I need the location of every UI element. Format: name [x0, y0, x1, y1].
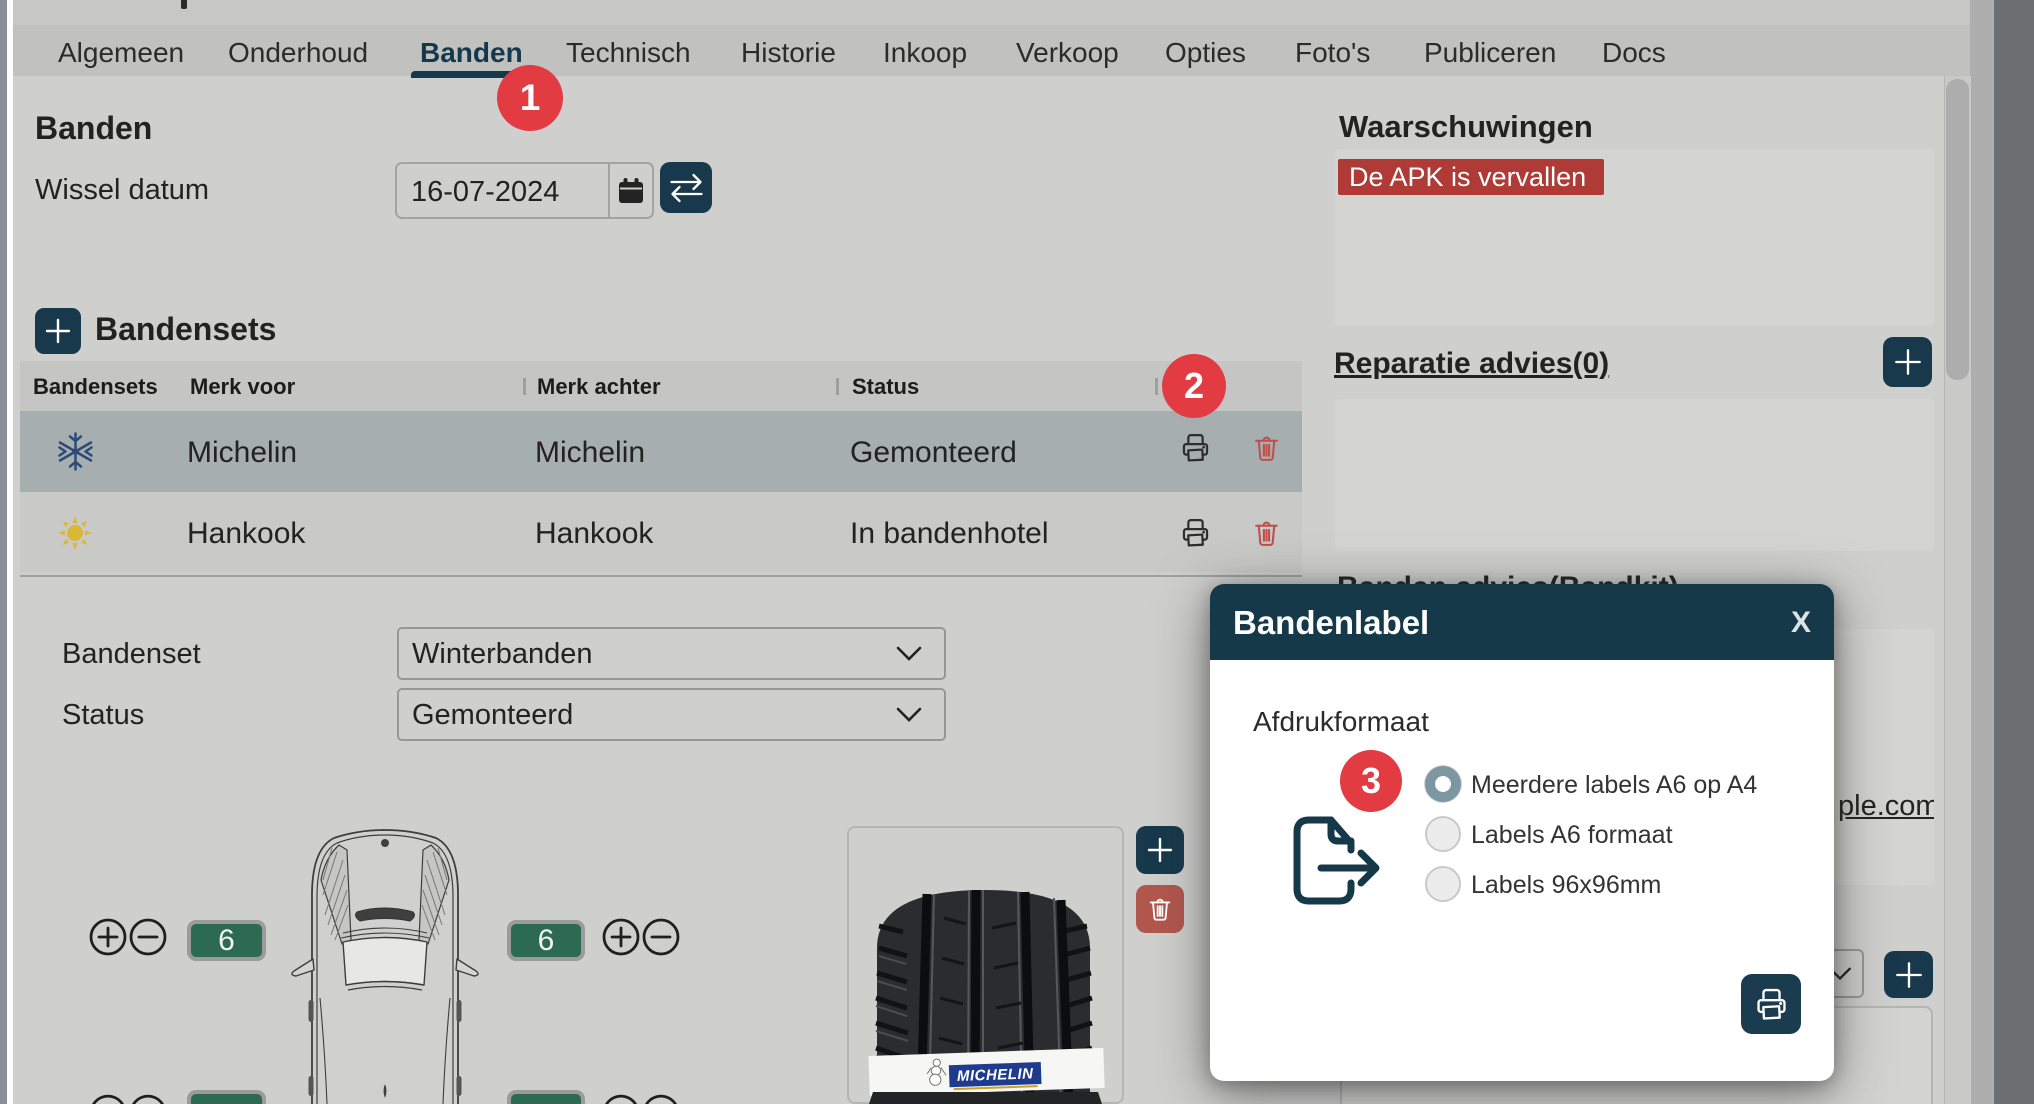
- svg-text:MICHELIN: MICHELIN: [957, 1065, 1035, 1085]
